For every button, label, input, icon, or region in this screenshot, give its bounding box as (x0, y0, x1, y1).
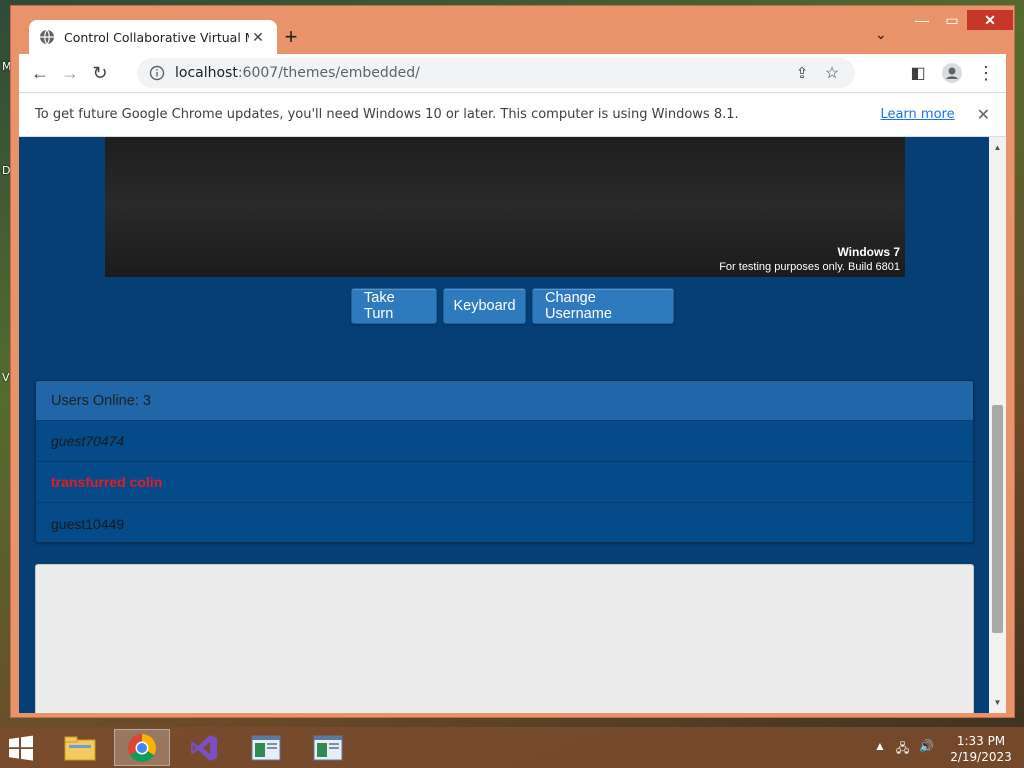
keyboard-button[interactable]: Keyboard (443, 288, 526, 324)
profile-avatar-icon[interactable] (937, 58, 967, 88)
vm-controls: Take Turn Keyboard Change Username (19, 288, 1006, 324)
change-username-button[interactable]: Change Username (532, 288, 674, 324)
toolbar-right: ◧ ⋮ (903, 58, 1001, 88)
omnibox-actions: ⇪ ☆ (791, 63, 843, 83)
taskbar-clock[interactable]: 1:33 PM 2/19/2023 (948, 733, 1014, 765)
kebab-menu-icon[interactable]: ⋮ (971, 58, 1001, 88)
forward-arrow-icon[interactable]: → (55, 58, 85, 88)
url-text: localhost:6007/themes/embedded/ (175, 65, 420, 81)
new-tab-button[interactable]: + (277, 23, 305, 51)
learn-more-link[interactable]: Learn more (880, 107, 954, 122)
volume-icon[interactable]: 🔊 (919, 739, 934, 760)
file-explorer-icon[interactable] (52, 729, 108, 766)
scroll-up-arrow-icon[interactable]: ▲ (989, 139, 1006, 156)
url-host: localhost (175, 65, 238, 81)
close-window-button[interactable]: ✕ (967, 10, 1013, 30)
watermark-title: Windows 7 (837, 245, 900, 259)
users-online-header: Users Online: 3 (36, 381, 973, 421)
address-bar[interactable]: localhost:6007/themes/embedded/ ⇪ ☆ (137, 58, 855, 88)
take-turn-button[interactable]: Take Turn (351, 288, 437, 324)
users-online-panel: Users Online: 3 guest70474 transfurred c… (35, 380, 974, 543)
page-scrollbar[interactable]: ▲ ▼ (989, 137, 1006, 713)
desktop-label: V (2, 371, 10, 384)
browser-tab[interactable]: Control Collaborative Virtual Ma ✕ (29, 20, 277, 54)
show-hidden-icons-icon[interactable]: ▲ (874, 739, 886, 760)
side-panel-icon[interactable]: ◧ (903, 58, 933, 88)
bookmark-star-icon[interactable]: ☆ (821, 63, 843, 83)
share-icon[interactable]: ⇪ (791, 63, 813, 83)
browser-toolbar: ← → ↻ localhost:6007/themes/embedded/ ⇪ … (19, 54, 1006, 92)
windows-start-icon[interactable] (6, 734, 36, 762)
chat-panel[interactable] (35, 564, 974, 713)
maximize-button[interactable]: ▭ (937, 10, 967, 30)
back-arrow-icon[interactable]: ← (25, 58, 55, 88)
minimize-button[interactable]: — (907, 10, 937, 30)
globe-icon (40, 29, 54, 45)
tab-search-chevron-icon[interactable]: ⌄ (875, 26, 887, 43)
info-icon[interactable] (149, 65, 165, 81)
user-list-item: guest10449 (36, 503, 973, 542)
window-app-icon[interactable] (238, 729, 294, 766)
reload-icon[interactable]: ↻ (85, 58, 115, 88)
network-icon[interactable]: 🖧 (896, 739, 909, 760)
scroll-down-arrow-icon[interactable]: ▼ (989, 694, 1006, 711)
tab-title: Control Collaborative Virtual Ma (64, 29, 249, 45)
tab-close-icon[interactable]: ✕ (249, 29, 267, 46)
windows-taskbar: ▲ 🖧 🔊 1:33 PM 2/19/2023 (0, 727, 1024, 768)
infobar-message: To get future Google Chrome updates, you… (35, 107, 739, 122)
tab-strip: Control Collaborative Virtual Ma ✕ + ⌄ —… (11, 6, 1014, 54)
user-list-item: transfurred colin (36, 462, 973, 503)
vm-display[interactable]: Windows 7 For testing purposes only. Bui… (105, 137, 905, 277)
clock-date: 2/19/2023 (950, 750, 1012, 764)
clock-time: 1:33 PM (956, 734, 1006, 748)
chrome-taskbar-icon[interactable] (114, 729, 170, 766)
infobar-close-icon[interactable]: ✕ (977, 105, 990, 124)
visual-studio-icon[interactable] (176, 729, 232, 766)
browser-window: Control Collaborative Virtual Ma ✕ + ⌄ —… (10, 5, 1015, 718)
user-list-item: guest70474 (36, 421, 973, 462)
update-infobar: To get future Google Chrome updates, you… (19, 92, 1006, 137)
window-app-icon[interactable] (300, 729, 356, 766)
system-tray: ▲ 🖧 🔊 (874, 739, 934, 760)
scrollbar-thumb[interactable] (992, 405, 1003, 633)
url-path: :6007/themes/embedded/ (237, 65, 420, 81)
page-viewport: Windows 7 For testing purposes only. Bui… (19, 137, 1006, 713)
windows-watermark: Windows 7 For testing purposes only. Bui… (719, 245, 900, 275)
watermark-subtitle: For testing purposes only. Build 6801 (719, 261, 900, 273)
